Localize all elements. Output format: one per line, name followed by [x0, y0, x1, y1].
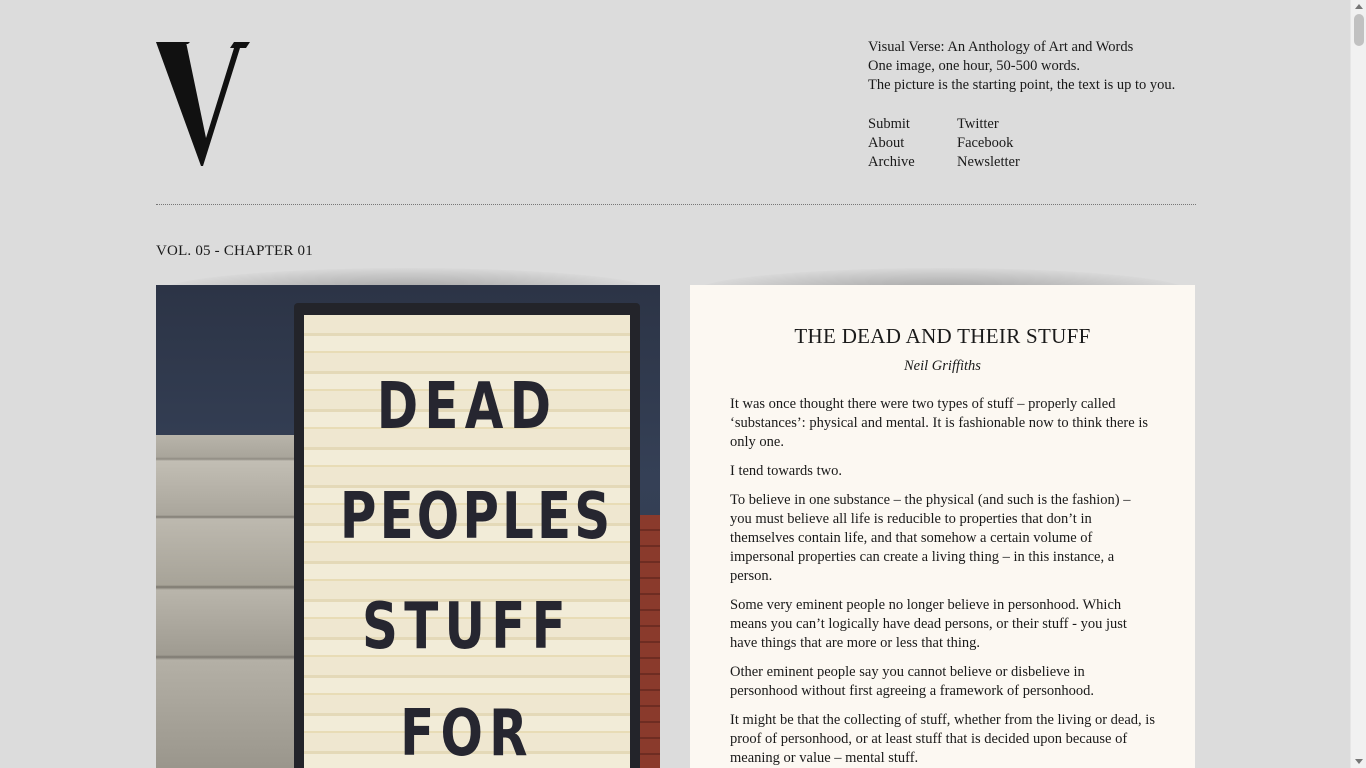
- story-body: It was once thought there were two types…: [730, 395, 1155, 768]
- nav-link-archive[interactable]: Archive: [868, 153, 957, 172]
- story-paragraph: Some very eminent people no longer belie…: [730, 597, 1127, 651]
- nav-link-newsletter[interactable]: Newsletter: [957, 153, 1020, 172]
- nav-column-social: Twitter Facebook Newsletter: [957, 115, 1020, 172]
- main-nav: Submit About Archive Twitter Facebook Ne…: [868, 115, 1020, 172]
- story-panel: THE DEAD AND THEIR STUFF Neil Griffiths …: [690, 285, 1195, 768]
- story-paragraph: Other eminent people say you cannot beli…: [730, 664, 1095, 699]
- story-title: THE DEAD AND THEIR STUFF: [794, 324, 1091, 348]
- story-paragraph: It was once thought there were two types…: [730, 396, 1148, 450]
- story-author[interactable]: Neil Griffiths: [730, 357, 1155, 375]
- intro-line-title: Visual Verse: An Anthology of Art and Wo…: [868, 39, 1134, 55]
- v-logo-icon: [156, 42, 250, 166]
- nav-column-pages: Submit About Archive: [868, 115, 957, 172]
- sign-line: FOR: [400, 697, 534, 768]
- nav-link-facebook[interactable]: Facebook: [957, 134, 1020, 153]
- header-divider: [156, 204, 1196, 205]
- vertical-scrollbar[interactable]: [1350, 0, 1366, 768]
- sign-line: DEAD: [376, 370, 558, 444]
- sign-line: PEOPLES: [339, 480, 614, 554]
- scroll-down-icon[interactable]: [1355, 759, 1363, 764]
- story-paragraph: To believe in one substance – the physic…: [730, 492, 1131, 584]
- sign-line: STUFF: [362, 590, 572, 664]
- intro-line-rules: One image, one hour, 50-500 words.: [868, 58, 1081, 74]
- story-paragraph: I tend towards two.: [730, 463, 842, 479]
- page: Visual Verse: An Anthology of Art and Wo…: [0, 0, 1350, 768]
- image-steps: [156, 435, 306, 768]
- site-intro: Visual Verse: An Anthology of Art and Wo…: [868, 38, 1175, 95]
- nav-link-twitter[interactable]: Twitter: [957, 115, 1020, 134]
- chapter-label: VOL. 05 - CHAPTER 01: [156, 243, 313, 259]
- nav-link-about[interactable]: About: [868, 134, 957, 153]
- prompt-image: DEAD PEOPLES STUFF FOR: [156, 285, 660, 768]
- story-paragraph: It might be that the collecting of stuff…: [730, 712, 1155, 766]
- intro-line-description: The picture is the starting point, the t…: [868, 77, 1176, 93]
- scrollbar-thumb[interactable]: [1354, 14, 1364, 46]
- nav-link-submit[interactable]: Submit: [868, 115, 957, 134]
- scroll-up-icon[interactable]: [1355, 4, 1363, 9]
- site-logo[interactable]: [156, 42, 250, 166]
